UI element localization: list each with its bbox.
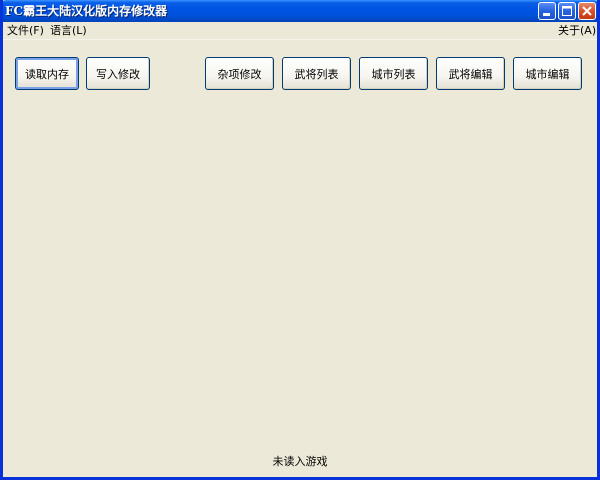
close-button[interactable] — [578, 2, 596, 20]
general-list-button[interactable]: 武将列表 — [282, 57, 351, 90]
window-title: FC霸王大陆汉化版内存修改器 — [5, 4, 168, 18]
city-list-button[interactable]: 城市列表 — [359, 57, 428, 90]
misc-edit-button[interactable]: 杂项修改 — [205, 57, 274, 90]
menu-about[interactable]: 关于(A) — [558, 24, 596, 38]
menu-separator — [3, 39, 597, 40]
maximize-icon — [562, 6, 572, 16]
write-changes-button[interactable]: 写入修改 — [86, 57, 150, 90]
minimize-button[interactable] — [538, 2, 556, 20]
menu-bar: 文件(F) 语言(L) 关于(A) — [3, 22, 597, 40]
read-memory-button[interactable]: 读取内存 — [15, 57, 79, 90]
close-icon — [582, 6, 592, 16]
menu-file[interactable]: 文件(F) — [7, 24, 44, 38]
maximize-button[interactable] — [558, 2, 576, 20]
window-controls — [538, 2, 596, 20]
minimize-icon — [543, 13, 550, 16]
app-window: FC霸王大陆汉化版内存修改器 文件(F) 语言(L) 关于(A) 读取内存 写入… — [0, 0, 600, 480]
menu-language[interactable]: 语言(L) — [50, 24, 87, 38]
title-bar[interactable]: FC霸王大陆汉化版内存修改器 — [3, 0, 597, 22]
city-edit-button[interactable]: 城市编辑 — [513, 57, 582, 90]
general-edit-button[interactable]: 武将编辑 — [436, 57, 505, 90]
status-text: 未读入游戏 — [272, 455, 328, 468]
